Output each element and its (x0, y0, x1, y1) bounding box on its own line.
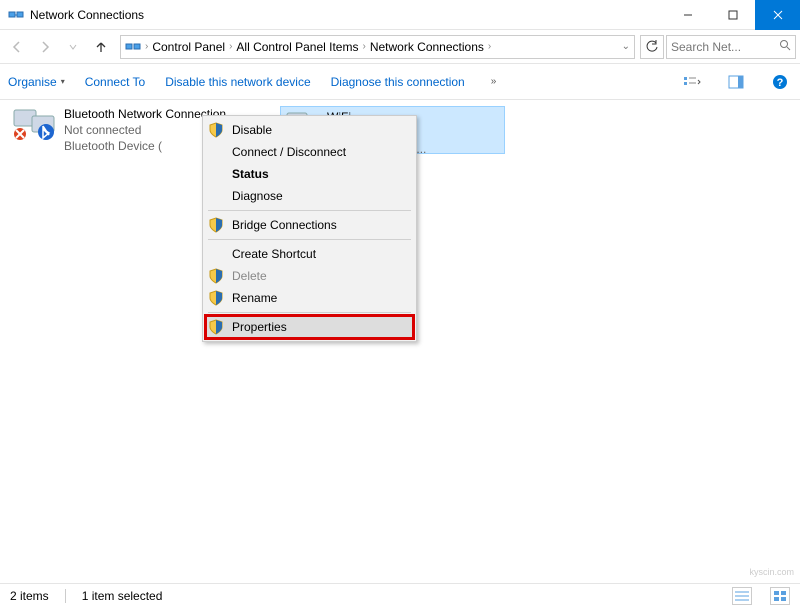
preview-pane-button[interactable] (724, 70, 748, 94)
large-icons-view-button[interactable] (770, 587, 790, 605)
bluetooth-adapter-icon (10, 106, 58, 142)
caret-down-icon: ▾ (61, 77, 65, 86)
status-selected-count: 1 item selected (82, 589, 163, 603)
organise-menu[interactable]: Organise ▾ (8, 75, 65, 89)
breadcrumb-control-panel[interactable]: Control Panel› (152, 40, 232, 54)
minimize-button[interactable] (665, 0, 710, 30)
command-bar: Organise ▾ Connect To Disable this netwo… (0, 64, 800, 100)
ctx-status[interactable]: Status (206, 163, 413, 185)
app-icon (8, 7, 24, 23)
address-dropdown-icon[interactable]: ⌄ (622, 41, 630, 52)
breadcrumb-bar[interactable]: › Control Panel› All Control Panel Items… (120, 35, 635, 59)
search-input[interactable]: Search Net... (666, 35, 796, 59)
shield-icon (208, 268, 224, 284)
separator (208, 210, 411, 211)
chevron-right-icon[interactable]: › (145, 41, 148, 52)
breadcrumb-all-items[interactable]: All Control Panel Items› (236, 40, 365, 54)
ctx-connect-disconnect[interactable]: Connect / Disconnect (206, 141, 413, 163)
network-icon (125, 39, 141, 55)
status-bar: 2 items 1 item selected (0, 583, 800, 607)
ctx-create-shortcut[interactable]: Create Shortcut (206, 243, 413, 265)
separator (208, 312, 411, 313)
close-button[interactable] (755, 0, 800, 30)
diagnose-connection-button[interactable]: Diagnose this connection (331, 75, 465, 89)
ctx-delete: Delete (206, 265, 413, 287)
shield-icon (208, 319, 224, 335)
svg-text:?: ? (777, 77, 784, 89)
shield-icon (208, 290, 224, 306)
recent-dropdown[interactable] (60, 34, 86, 60)
shield-icon (208, 122, 224, 138)
watermark: kyscin.com (749, 567, 794, 577)
ctx-bridge[interactable]: Bridge Connections (206, 214, 413, 236)
ctx-diagnose[interactable]: Diagnose (206, 185, 413, 207)
window-title: Network Connections (30, 8, 665, 22)
breadcrumb-network-connections[interactable]: Network Connections› (370, 40, 491, 54)
refresh-button[interactable] (640, 35, 664, 59)
shield-icon (208, 217, 224, 233)
separator (208, 239, 411, 240)
disable-device-button[interactable]: Disable this network device (165, 75, 310, 89)
chevron-right-icon[interactable]: › (488, 41, 491, 52)
overflow-button[interactable]: » (485, 76, 503, 87)
search-icon (779, 39, 791, 54)
view-options-button[interactable] (680, 70, 704, 94)
details-view-button[interactable] (732, 587, 752, 605)
forward-button[interactable] (32, 34, 58, 60)
context-menu: Disable Connect / Disconnect Status Diag… (202, 115, 417, 342)
chevron-right-icon[interactable]: › (229, 41, 232, 52)
chevron-right-icon[interactable]: › (362, 41, 365, 52)
back-button[interactable] (4, 34, 30, 60)
ctx-rename[interactable]: Rename (206, 287, 413, 309)
title-bar: Network Connections (0, 0, 800, 30)
status-item-count: 2 items (10, 589, 49, 603)
search-placeholder: Search Net... (671, 40, 775, 54)
address-bar: › Control Panel› All Control Panel Items… (0, 30, 800, 64)
ctx-properties[interactable]: Properties (206, 316, 413, 338)
up-button[interactable] (88, 34, 114, 60)
maximize-button[interactable] (710, 0, 755, 30)
help-button[interactable]: ? (768, 70, 792, 94)
connect-to-button[interactable]: Connect To (85, 75, 146, 89)
ctx-disable[interactable]: Disable (206, 119, 413, 141)
